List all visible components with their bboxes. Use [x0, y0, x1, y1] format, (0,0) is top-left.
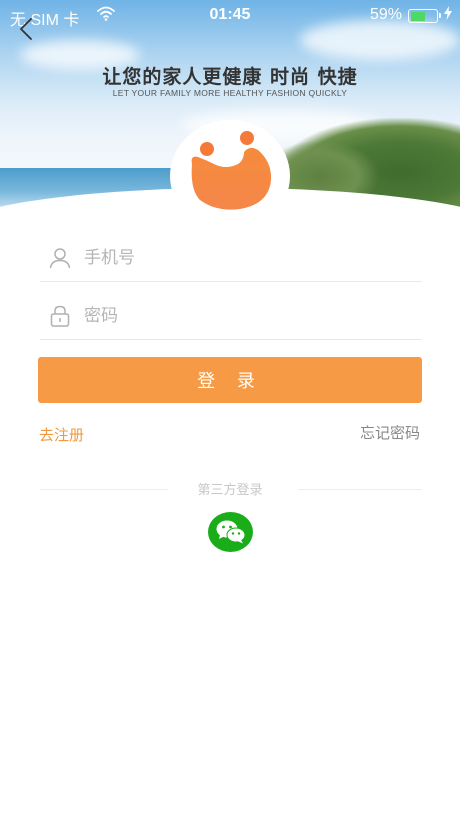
password-input[interactable]	[84, 305, 404, 326]
battery-icon	[408, 9, 441, 23]
phone-field	[40, 234, 422, 282]
battery-level-fill	[410, 11, 426, 21]
slogan-english: LET YOUR FAMILY MORE HEALTHY FASHION QUI…	[112, 88, 348, 98]
divider-right	[298, 489, 422, 490]
battery-percent: 59%	[369, 6, 402, 23]
wechat-icon	[216, 520, 245, 544]
lock-icon	[40, 304, 80, 328]
forgot-password-link[interactable]: 忘记密码	[360, 422, 420, 443]
app-logo-icon	[191, 131, 272, 210]
status-bar: 无 SIM 卡 01:45 59%	[0, 0, 460, 30]
register-link[interactable]: 去注册	[39, 424, 84, 445]
chevron-left-icon	[20, 18, 32, 40]
app-logo	[170, 120, 290, 232]
slogan-chinese: 让您的家人更健康 时尚 快捷	[102, 66, 358, 88]
battery-nub	[439, 13, 441, 18]
wechat-login-button[interactable]	[208, 512, 253, 552]
back-button[interactable]	[12, 14, 42, 44]
user-icon	[40, 246, 80, 270]
login-button[interactable]: 登 录	[38, 357, 422, 403]
phone-input[interactable]	[84, 247, 404, 268]
password-field	[40, 292, 422, 340]
charging-bolt-icon	[444, 6, 452, 23]
